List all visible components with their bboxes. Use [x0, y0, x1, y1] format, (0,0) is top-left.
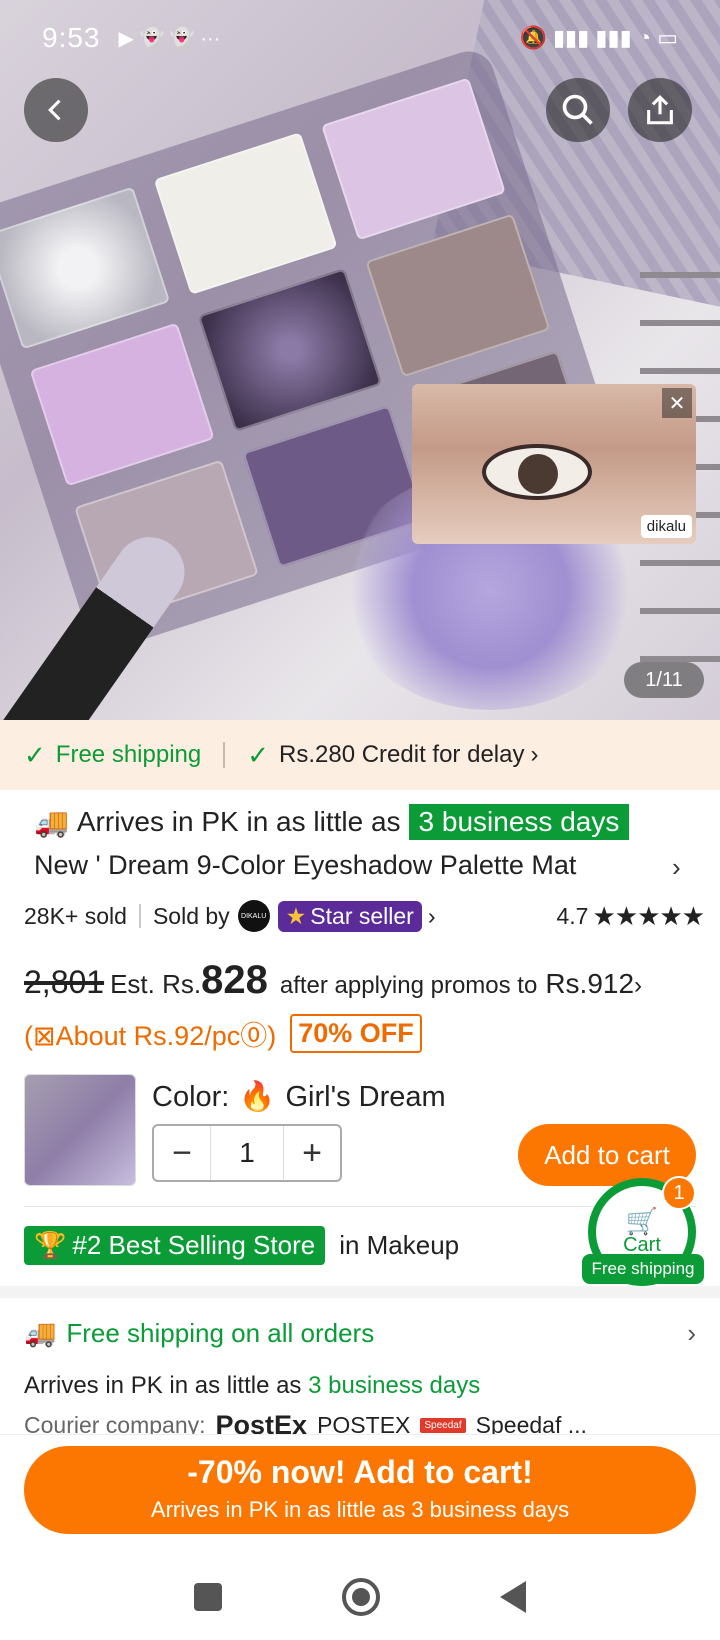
decrease-quantity-button[interactable]: −	[154, 1126, 210, 1180]
product-meta-row: 28K+ sold Sold by DIKALU ★ Star seller ›…	[24, 900, 705, 932]
status-time: 9:53	[42, 22, 101, 53]
per-piece-row: (⊠About Rs.92/pc⓪) 70% OFF	[24, 1014, 422, 1053]
check-icon: ✓	[247, 739, 270, 770]
star-seller-badge[interactable]: ★ Star seller	[277, 900, 422, 932]
discount-badge: 70% OFF	[290, 1014, 422, 1053]
rating-value: 4.7	[556, 902, 589, 929]
delay-credit-label: Rs.280 Credit for delay	[279, 741, 525, 768]
original-price: 2,801	[24, 964, 105, 1000]
speedaf-logo: Speedaf	[420, 1417, 466, 1433]
divider	[138, 904, 141, 928]
shipping-title: Free shipping on all orders	[66, 1318, 375, 1348]
shipping-arrival: Arrives in PK in as little as 3 business…	[24, 1372, 480, 1400]
shipping-row[interactable]: 🚚 Free shipping on all orders ›	[24, 1318, 696, 1349]
best-selling-store-row[interactable]: 🏆 #2 Best Selling Store in Makeup	[24, 1226, 459, 1265]
chevron-right-icon: ›	[530, 741, 539, 768]
variant-thumbnail[interactable]	[24, 1074, 136, 1186]
arrival-days-badge: 3 business days	[408, 804, 630, 840]
product-page: 9:53 ▶ 👻 👻 ··· 🔕 ▮▮▮ ▮▮▮ ◔ ▭ ✕ dikalu 1/…	[0, 0, 720, 1640]
product-title[interactable]: New ' Dream 9-Color Eyeshadow Palette Ma…	[34, 850, 674, 881]
seller-logo[interactable]: DIKALU	[237, 900, 270, 932]
est-price: 828	[201, 958, 268, 1002]
share-icon	[647, 95, 673, 125]
shipping-arrival-days: 3 business days	[308, 1372, 481, 1399]
best-selling-label: #2 Best Selling Store	[72, 1230, 316, 1260]
cart-free-shipping-tag: Free shipping	[582, 1254, 704, 1284]
search-icon	[562, 94, 593, 125]
chevron-right-icon[interactable]: ›	[672, 852, 681, 883]
increase-quantity-button[interactable]: +	[284, 1126, 340, 1180]
rating[interactable]: 4.7 ★★★★★	[556, 900, 705, 932]
cart-count-badge: 1	[662, 1176, 696, 1210]
divider	[223, 742, 226, 768]
video-preview[interactable]: ✕ dikalu	[412, 384, 696, 544]
close-video-button[interactable]: ✕	[662, 388, 692, 418]
free-shipping-label: Free shipping	[55, 741, 202, 768]
promo-strip[interactable]: ✓ Free shipping ✓ Rs.280 Credit for dela…	[0, 720, 720, 790]
search-button[interactable]	[546, 78, 610, 142]
chevron-right-icon[interactable]: ›	[634, 972, 642, 1000]
system-nav-bar	[0, 1554, 720, 1640]
share-button[interactable]	[628, 78, 692, 142]
sold-count: 28K+ sold	[24, 902, 127, 929]
color-value: Girl's Dream	[285, 1080, 446, 1113]
check-icon: ✓	[24, 739, 46, 770]
cart-icon: 🛒	[625, 1205, 659, 1236]
quantity-value[interactable]: 1	[210, 1126, 284, 1180]
eye-video-frame	[482, 444, 592, 500]
arrival-text: Arrives in PK in as little as	[76, 806, 401, 837]
promo-price[interactable]: Rs.912	[545, 968, 634, 1000]
recent-apps-icon[interactable]	[194, 1583, 222, 1611]
product-image-carousel[interactable]: 9:53 ▶ 👻 👻 ··· 🔕 ▮▮▮ ▮▮▮ ◔ ▭ ✕ dikalu 1/…	[0, 0, 720, 720]
color-label: Color:	[152, 1080, 230, 1113]
video-brand-tag: dikalu	[640, 515, 692, 538]
star-seller-label: Star seller	[310, 902, 414, 929]
status-system-icons: 🔕 ▮▮▮ ▮▮▮ ◔ ▭	[519, 25, 678, 50]
store-category: in Makeup	[339, 1230, 460, 1260]
delivery-truck-icon: 🚚	[34, 806, 69, 838]
flame-icon: 🔥	[239, 1081, 276, 1113]
delivery-truck-icon: 🚚	[24, 1318, 57, 1348]
price-row: 2,801 Est. Rs. 828 after applying promos…	[24, 958, 642, 1003]
per-piece-price: (⊠About Rs.92/pc⓪)	[24, 1021, 277, 1051]
best-selling-badge: 🏆 #2 Best Selling Store	[24, 1226, 326, 1265]
trophy-icon: 🏆	[34, 1230, 67, 1260]
image-counter: 1/11	[624, 662, 704, 698]
quantity-stepper: − 1 +	[152, 1124, 342, 1182]
status-bar: 9:53 ▶ 👻 👻 ··· 🔕 ▮▮▮ ▮▮▮ ◔ ▭	[0, 0, 720, 76]
est-price-label: Est. Rs.	[110, 969, 202, 999]
home-icon[interactable]	[342, 1578, 380, 1616]
chevron-right-icon[interactable]: ›	[687, 1318, 696, 1349]
cta-main-label: -70% now! Add to cart!	[187, 1454, 533, 1490]
chevron-right-icon[interactable]: ›	[428, 903, 436, 930]
sold-by-label: Sold by	[152, 902, 230, 929]
shipping-arrival-text: Arrives in PK in as little as	[24, 1372, 302, 1399]
chevron-left-icon	[48, 99, 61, 121]
section-gap	[0, 1286, 720, 1298]
color-selection[interactable]: Color: 🔥 Girl's Dream	[152, 1080, 446, 1114]
status-notification-icons: ▶ 👻 👻 ···	[118, 27, 221, 50]
star-icon: ★	[285, 902, 307, 929]
after-promos-text: after applying promos to	[279, 972, 538, 999]
rating-stars: ★★★★★	[592, 900, 705, 931]
add-to-cart-button[interactable]: Add to cart	[518, 1124, 696, 1186]
back-button[interactable]	[24, 78, 88, 142]
arrival-estimate: 🚚 Arrives in PK in as little as 3 busine…	[34, 804, 630, 840]
back-icon[interactable]	[500, 1581, 526, 1613]
cta-sub-label: Arrives in PK in as little as 3 business…	[150, 1497, 570, 1522]
add-to-cart-cta-button[interactable]: -70% now! Add to cart! Arrives in PK in …	[24, 1446, 696, 1534]
